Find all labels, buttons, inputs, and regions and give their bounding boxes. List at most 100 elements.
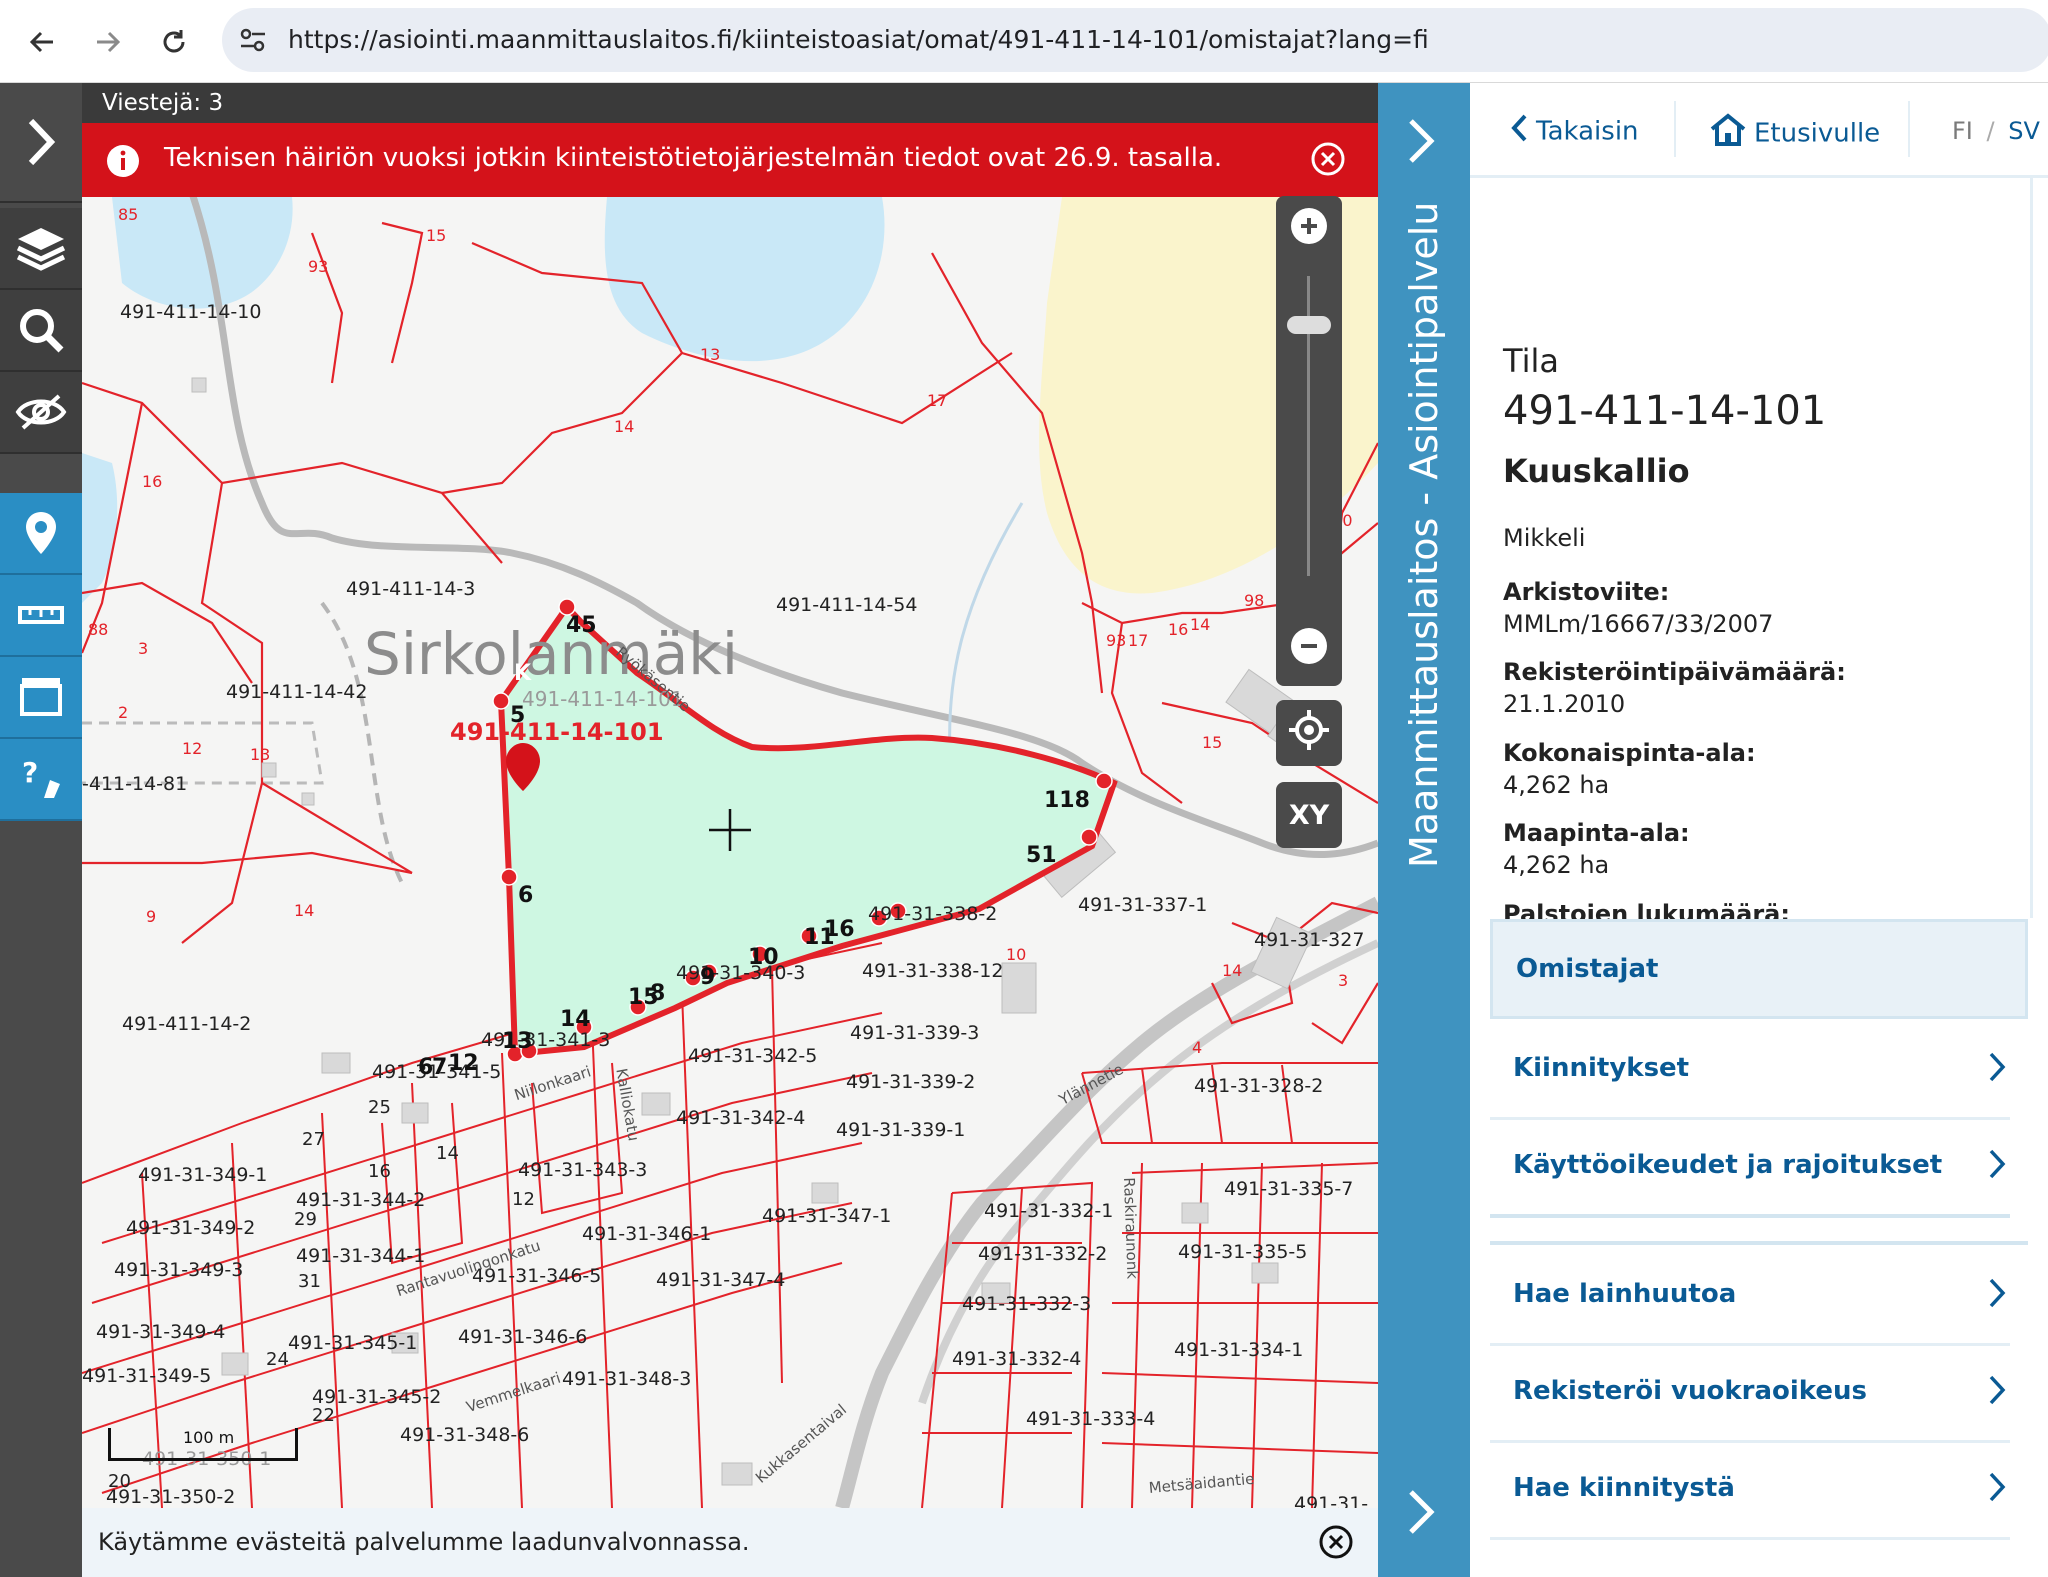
vertex-label: 13 — [502, 1029, 533, 1054]
parcel-label: 491-31-341-3 — [481, 1029, 611, 1051]
site-settings-icon[interactable] — [238, 26, 268, 58]
parcel-label: 491-31-348-3 — [562, 1368, 692, 1390]
measure-area-icon[interactable] — [0, 657, 82, 739]
parcel-label: 491-31-334-1 — [1174, 1339, 1304, 1361]
divider — [1908, 101, 1910, 157]
xy-coordinates-button[interactable]: XY — [1276, 782, 1342, 848]
parcel-label: 491-31-333-4 — [1026, 1408, 1156, 1430]
chevron-right-icon — [1988, 1051, 2006, 1087]
back-arrow-icon[interactable] — [20, 20, 64, 64]
hide-eye-icon[interactable] — [0, 372, 82, 454]
minor-number: 25 — [368, 1097, 391, 1118]
field-value: 4,262 ha — [1503, 771, 1610, 799]
property-id: 491-411-14-101 — [1503, 388, 1827, 434]
vertex-label: 14 — [560, 1007, 591, 1032]
minor-number: 15 — [1202, 733, 1223, 752]
home-icon — [1708, 113, 1748, 154]
chevron-right-icon — [1988, 1148, 2006, 1184]
parcel-label: 491-31-327 — [1254, 929, 1365, 951]
menu-item-rekisteroi-vuokraoikeus[interactable]: Rekisteröi vuokraoikeus — [1490, 1346, 2010, 1443]
map-drawing — [82, 83, 1378, 1508]
panel-top-nav: Takaisin Etusivulle FI / SV — [1470, 83, 2048, 178]
zoom-slider-handle[interactable] — [1287, 316, 1331, 334]
tab-omistajat[interactable]: Omistajat — [1490, 919, 2028, 1019]
expand-panel-button[interactable] — [0, 83, 82, 203]
cookie-notice: Käytämme evästeitä palvelumme laadunvalv… — [82, 1508, 1378, 1577]
section-divider — [1490, 1241, 2028, 1245]
selected-parcel-label: 491-411-14-101 — [450, 718, 664, 746]
chevron-right-icon — [1988, 1374, 2006, 1410]
field-label: Maapinta-ala: — [1503, 819, 1690, 847]
map-help-icon[interactable]: ? — [0, 739, 82, 821]
minor-number: 17 — [1128, 631, 1149, 650]
map-canvas[interactable]: Sirkolanmäki K 491-411-14-101 491-411-14… — [82, 83, 1378, 1508]
parcel-label: 491-31-347-4 — [656, 1269, 786, 1291]
location-pin-icon[interactable] — [0, 493, 82, 575]
parcel-label: 491-31-347-1 — [762, 1205, 892, 1227]
parcel-label: 491-31-342-4 — [676, 1107, 806, 1129]
minor-number: 85 — [118, 205, 139, 224]
parcel-label: 491-31-348-6 — [400, 1424, 530, 1446]
menu-item-kiinnitykset[interactable]: Kiinnitykset — [1490, 1023, 2010, 1120]
parcel-label: -411-14-81 — [82, 773, 188, 795]
field-value: 4,262 ha — [1503, 851, 1610, 879]
lang-fi[interactable]: FI — [1952, 117, 1973, 145]
back-link[interactable]: Takaisin — [1510, 113, 1639, 150]
vertex-label: 5 — [510, 703, 526, 728]
minor-number: 14 — [1222, 961, 1243, 980]
vertex-label: 9 — [700, 965, 716, 990]
menu-label: Käyttöoikeudet ja rajoitukset — [1513, 1150, 1943, 1180]
close-cookie-icon[interactable] — [1318, 1524, 1354, 1564]
minor-number: 14 — [294, 901, 315, 920]
minor-number: 3 — [1338, 971, 1349, 990]
parcel-label: 491-411-14-3 — [346, 578, 476, 600]
parcel-label: 491-31-337-1 — [1078, 894, 1208, 916]
menu-label: Rekisteröi vuokraoikeus — [1513, 1376, 1868, 1406]
parcel-label: 491-31-342-5 — [688, 1045, 818, 1067]
minor-number: 93 — [308, 257, 329, 276]
parcel-label: 491-31- — [1294, 1493, 1369, 1508]
field-value: 21.1.2010 — [1503, 690, 1626, 718]
parcel-label: 491-31-332-4 — [952, 1348, 1082, 1370]
minor-number: 12 — [182, 739, 203, 758]
vertex-label: 118 — [1044, 788, 1090, 813]
minor-number: 20 — [108, 1471, 131, 1492]
tab-label: Omistajat — [1516, 954, 1659, 984]
menu-label: Hae lainhuutoa — [1513, 1279, 1737, 1309]
chevron-right-icon[interactable] — [1406, 117, 1436, 169]
minor-number: 17 — [927, 391, 948, 410]
service-band: Maanmittauslaitos - Asiointipalvelu — [1378, 83, 1470, 1577]
parcel-label: 491-31-339-3 — [850, 1022, 980, 1044]
menu-item-hae-kiinnitysta[interactable]: Hae kiinnitystä — [1490, 1443, 2010, 1540]
zoom-out-icon[interactable] — [1289, 626, 1329, 670]
menu-label: Hae kiinnitystä — [1513, 1473, 1735, 1503]
close-alert-icon[interactable] — [1310, 141, 1346, 181]
parcel-label: 491-31-338-2 — [868, 903, 998, 925]
parcel-label: 491-31-339-2 — [846, 1071, 976, 1093]
measure-distance-icon[interactable] — [0, 575, 82, 657]
search-icon[interactable] — [0, 290, 82, 372]
zoom-in-icon[interactable] — [1289, 206, 1329, 250]
parcel-label: 491-31-349-2 — [126, 1217, 256, 1239]
forward-arrow-icon[interactable] — [86, 20, 130, 64]
lang-sv[interactable]: SV — [2008, 117, 2040, 145]
menu-label: Kiinnitykset — [1513, 1053, 1690, 1083]
cookie-text: Käytämme evästeitä palvelumme laadunvalv… — [98, 1528, 750, 1556]
layers-icon[interactable] — [0, 208, 82, 290]
address-bar[interactable]: https://asiointi.maanmittauslaitos.fi/ki… — [222, 8, 2048, 72]
minor-number: 9 — [146, 907, 157, 926]
reload-icon[interactable] — [152, 20, 196, 64]
chevron-right-icon[interactable] — [1406, 1488, 1436, 1540]
locate-me-button[interactable] — [1276, 700, 1342, 766]
vertex-label: 7 — [432, 1055, 448, 1080]
parcel-label: 491-411-14-10 — [120, 301, 262, 323]
menu-item-hae-lainhuutoa[interactable]: Hae lainhuutoa — [1490, 1249, 2010, 1346]
property-info: Tila 491-411-14-101 Kuuskallio Mikkeli A… — [1470, 178, 2033, 960]
minor-number: 14 — [1190, 615, 1211, 634]
language-switch: FI / SV — [1952, 117, 2040, 145]
marker-letter: K — [514, 661, 532, 686]
home-link[interactable]: Etusivulle — [1708, 113, 1880, 154]
field-label: Rekisteröintipäivämäärä: — [1503, 658, 1846, 686]
menu-item-kayttooikeudet[interactable]: Käyttöoikeudet ja rajoitukset — [1490, 1120, 2010, 1218]
minor-number: 27 — [302, 1129, 325, 1150]
